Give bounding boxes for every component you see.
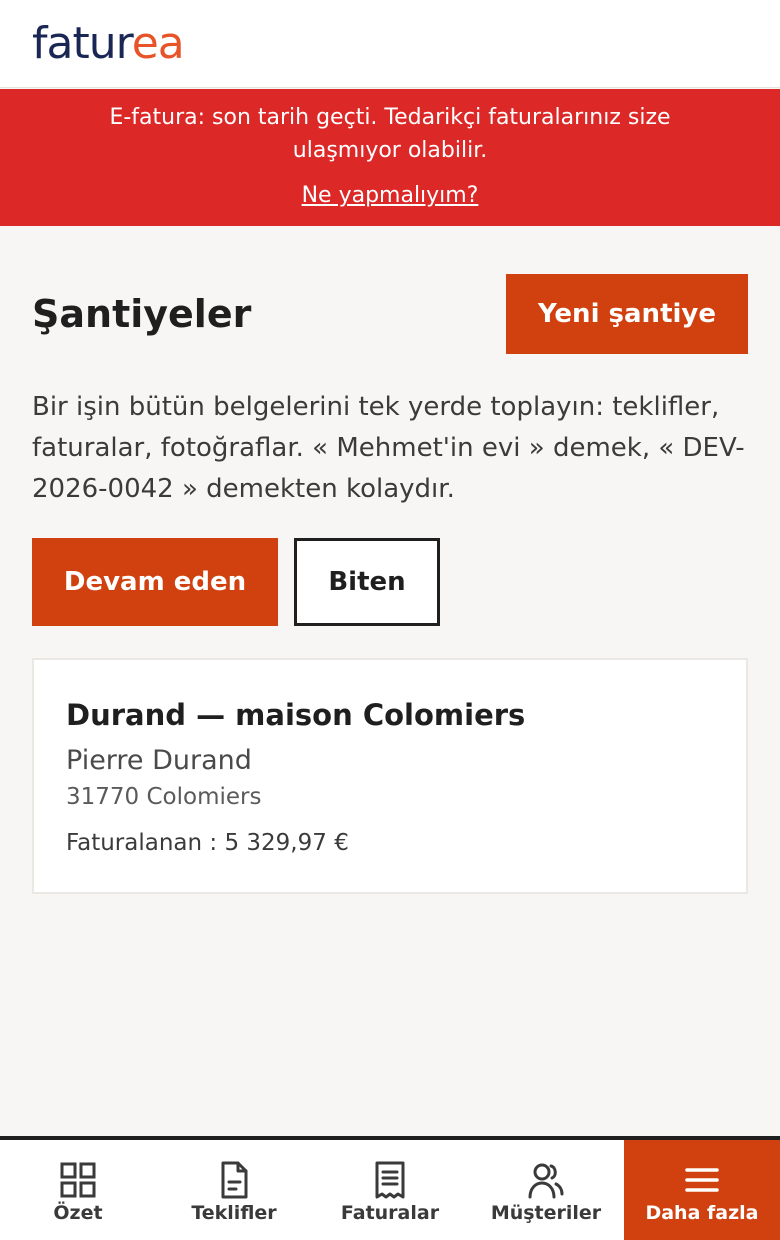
site-title: Durand — maison Colomiers — [66, 698, 526, 732]
nav-item-more[interactable]: Daha fazla — [624, 1140, 780, 1240]
nav-item-invoices[interactable]: Faturalar — [312, 1140, 468, 1240]
site-address: 31770 Colomiers — [66, 784, 262, 810]
nav-label-invoices: Faturalar — [340, 1202, 440, 1224]
e-invoice-alert-banner: E-fatura: son tarih geçti. Tedarikçi fat… — [0, 89, 780, 226]
site-client-name: Pierre Durand — [66, 745, 252, 776]
page: faturea E-fatura: son tarih geçti. Tedar… — [0, 0, 780, 1240]
site-card[interactable]: Durand — maison Colomiers Pierre Durand … — [32, 658, 748, 894]
nav-label-customers: Müşteriler — [490, 1202, 602, 1224]
new-site-button[interactable]: Yeni şantiye — [506, 274, 748, 354]
nav-item-quotes[interactable]: Teklifler — [156, 1140, 312, 1240]
nav-item-customers[interactable]: Müşteriler — [468, 1140, 624, 1240]
app-header: faturea — [0, 0, 780, 88]
nav-label-quotes: Teklifler — [191, 1202, 277, 1224]
grid-icon — [60, 1162, 96, 1198]
nav-label-more: Daha fazla — [645, 1202, 759, 1224]
filter-ongoing-button[interactable]: Devam eden — [32, 538, 278, 626]
receipt-icon — [375, 1161, 405, 1199]
nav-item-summary[interactable]: Özet — [0, 1140, 156, 1240]
bottom-navigation: Özet Teklifler Faturalar Müşteriler Daha… — [0, 1136, 780, 1240]
alert-message: E-fatura: son tarih geçti. Tedarikçi fat… — [109, 105, 671, 163]
faturea-logo[interactable]: faturea — [32, 18, 185, 70]
what-should-i-do-link[interactable]: Ne yapmalıyım? — [0, 181, 780, 211]
users-icon — [528, 1163, 564, 1199]
nav-label-summary: Özet — [53, 1202, 103, 1224]
site-invoiced-amount: Faturalanan : 5 329,97 € — [66, 830, 349, 856]
filter-finished-button[interactable]: Biten — [294, 538, 440, 626]
document-icon — [221, 1161, 248, 1199]
logo-text-accent: ea — [131, 18, 185, 69]
menu-icon — [685, 1168, 719, 1192]
logo-text-primary: fatur — [32, 18, 133, 69]
page-title: Şantiyeler — [32, 292, 252, 336]
page-description: Bir işin bütün belgelerini tek yerde top… — [32, 392, 745, 504]
